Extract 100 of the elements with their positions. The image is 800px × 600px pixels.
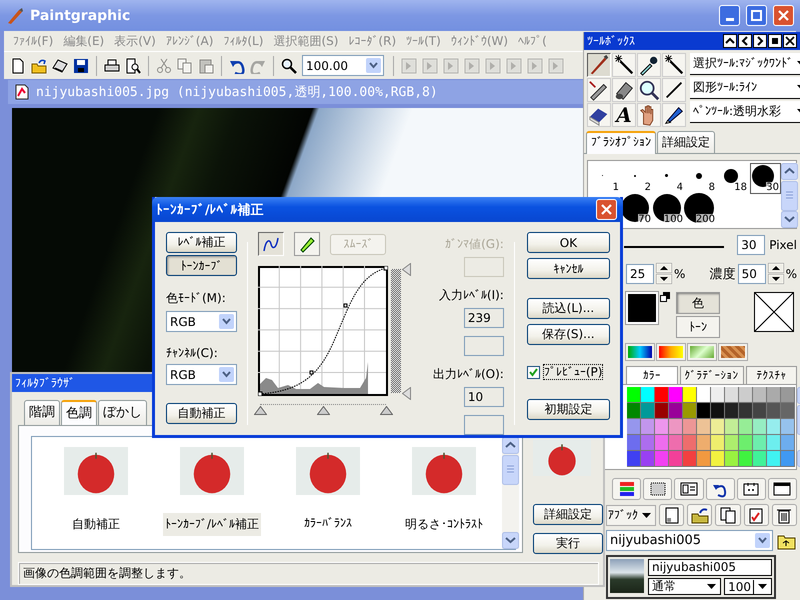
square-icon[interactable] <box>769 35 781 47</box>
open-folder-icon[interactable] <box>690 506 709 524</box>
color-mode-button[interactable]: ﾄｰﾝ <box>676 316 720 338</box>
window-icon[interactable] <box>772 480 792 498</box>
spin-up-button[interactable] <box>768 263 784 273</box>
tool-select[interactable]: 選択ﾂｰﾙ:ﾏｼﾞｯｸﾜﾝﾄﾞ <box>690 53 800 75</box>
layer-opacity-select[interactable]: 100 <box>724 578 772 595</box>
output-level-field[interactable] <box>464 415 504 435</box>
gamma-field[interactable] <box>464 257 504 277</box>
brush-preset[interactable]: 30 <box>750 163 781 194</box>
brush-scroll-up-button[interactable] <box>781 163 798 180</box>
filter-item[interactable]: ｶﾗｰﾊﾞﾗﾝｽ <box>302 513 354 533</box>
panel-icon[interactable] <box>678 480 699 498</box>
gradient-swatch[interactable] <box>657 344 685 360</box>
scroll-thumb[interactable] <box>502 455 519 485</box>
reset-button[interactable]: 初期設定 <box>526 399 610 420</box>
scroll-down-button[interactable] <box>502 532 519 549</box>
brush-preset[interactable]: 18 <box>718 163 749 194</box>
tab[interactable]: 色調 <box>61 400 97 426</box>
properties-icon[interactable] <box>747 506 766 524</box>
eyedropper-icon <box>638 54 660 76</box>
blend-mode-select[interactable]: 通常 <box>648 578 722 595</box>
density-field[interactable]: 50 <box>738 264 766 284</box>
dialog-button[interactable]: ｷｬﾝｾﾙ <box>526 258 610 279</box>
slider-handle[interactable] <box>402 386 412 400</box>
opacity-field[interactable]: 25 <box>626 264 654 284</box>
spin-down-button[interactable] <box>656 274 672 284</box>
swatch-pair-icon[interactable] <box>660 292 670 302</box>
spin-down-button[interactable] <box>768 274 784 284</box>
document-select[interactable]: nijyubashi005 <box>606 530 773 551</box>
tool-button[interactable] <box>258 232 284 256</box>
dialog-button[interactable]: 実行 <box>533 533 603 554</box>
texture-swatch[interactable] <box>719 344 747 360</box>
tool-select[interactable]: ﾍﾟﾝﾂｰﾙ:透明水彩 <box>690 101 800 123</box>
slider-handle[interactable] <box>402 262 412 276</box>
brush-preset[interactable]: 2 <box>622 163 653 194</box>
face-icon[interactable] <box>741 480 762 498</box>
close-button[interactable] <box>773 5 794 26</box>
brush-preset[interactable]: 100 <box>654 195 685 226</box>
filter-item[interactable]: 自動補正 <box>70 513 122 536</box>
tool-button[interactable] <box>587 53 611 77</box>
scroll-up-button[interactable] <box>502 437 519 454</box>
input-level-field[interactable]: 239 <box>464 308 504 328</box>
channel-select[interactable]: RGB <box>166 364 238 385</box>
brush-preset[interactable]: 8 <box>686 163 717 194</box>
color-mode-button[interactable]: 色 <box>676 292 720 314</box>
panel-title: ﾂｰﾙﾎﾞｯｸｽ <box>587 34 636 48</box>
text-tool[interactable]: A <box>612 103 636 127</box>
close-icon[interactable] <box>784 35 796 47</box>
color-palette[interactable] <box>627 387 795 467</box>
tab[interactable]: 詳細設定 <box>657 131 715 153</box>
brush-scroll-thumb[interactable] <box>781 181 798 211</box>
brush-scroll-down-button[interactable] <box>781 211 798 228</box>
tool-button[interactable] <box>294 232 320 256</box>
no-color-swatch[interactable] <box>754 292 794 332</box>
brush-preset[interactable]: 4 <box>654 163 685 194</box>
slider-handle[interactable] <box>380 406 393 415</box>
tab[interactable]: ぼかし <box>98 400 147 425</box>
tab[interactable]: 階調 <box>24 400 60 425</box>
gradient-swatch[interactable] <box>688 344 716 360</box>
slider-handle[interactable] <box>254 406 267 415</box>
unit-label: Pixel <box>769 238 797 252</box>
layer-row[interactable]: nijyubashi005 通常 100 <box>606 555 776 599</box>
tab[interactable]: ｶﾗｰ <box>626 366 678 384</box>
layer-name-field[interactable]: nijyubashi005 <box>648 559 772 576</box>
checkbox[interactable] <box>526 366 540 378</box>
close-button[interactable] <box>596 199 617 220</box>
filter-item[interactable]: ﾄｰﾝｶｰﾌﾞ/ﾚﾍﾞﾙ補正 <box>162 513 262 536</box>
minimize-button[interactable] <box>719 5 740 26</box>
brush-preset[interactable]: 1 <box>590 163 621 194</box>
brush-dot-icon <box>694 172 702 180</box>
mode-button[interactable]: ﾚﾍﾞﾙ補正 <box>166 232 238 253</box>
dialog-button[interactable]: OK <box>526 232 610 253</box>
input-level-field[interactable] <box>464 336 504 356</box>
output-level-field[interactable]: 10 <box>464 387 504 407</box>
filter-item[interactable]: 明るさ･ｺﾝﾄﾗｽﾄ <box>403 513 485 536</box>
field-label: 入力ﾚﾍﾞﾙ(I): <box>438 287 504 304</box>
new-page-icon[interactable] <box>662 506 681 524</box>
mode-button[interactable]: ﾄｰﾝｶｰﾌﾞ <box>166 255 238 276</box>
selection-icon[interactable] <box>648 480 668 498</box>
chevron-icon <box>219 314 234 329</box>
dialog-button[interactable]: 読込(L)... <box>526 298 610 319</box>
spin-up-button[interactable] <box>656 263 672 273</box>
tab[interactable]: ﾃｸｽﾁｬ <box>746 366 797 384</box>
color-mode-select[interactable]: RGB <box>166 311 238 332</box>
zoom-select[interactable]: 100.00 <box>302 55 384 76</box>
maximize-button[interactable] <box>746 5 767 26</box>
layer-mode-select[interactable]: ｱﾌﾞｯｸ <box>606 504 656 526</box>
dialog-button[interactable]: 保存(S)... <box>526 324 610 345</box>
copy-icon[interactable] <box>719 506 737 524</box>
tab[interactable]: ｸﾞﾗﾃﾞｰｼｮﾝ <box>680 366 744 384</box>
brush-preset[interactable]: 70 <box>622 195 653 226</box>
brush-preset[interactable]: 200 <box>686 195 717 226</box>
dialog-button[interactable]: 詳細設定 <box>533 504 603 525</box>
slider-handle[interactable] <box>316 406 330 415</box>
tool-select[interactable]: 図形ﾂｰﾙ:ﾗｲﾝ <box>690 77 800 99</box>
gradient-swatch[interactable] <box>626 344 654 360</box>
tab[interactable]: ﾌﾞﾗｼｵﾌﾟｼｮﾝ <box>586 131 656 154</box>
auto-adjust-button[interactable]: 自動補正 <box>166 403 238 424</box>
size-field[interactable]: 30 <box>737 235 766 255</box>
